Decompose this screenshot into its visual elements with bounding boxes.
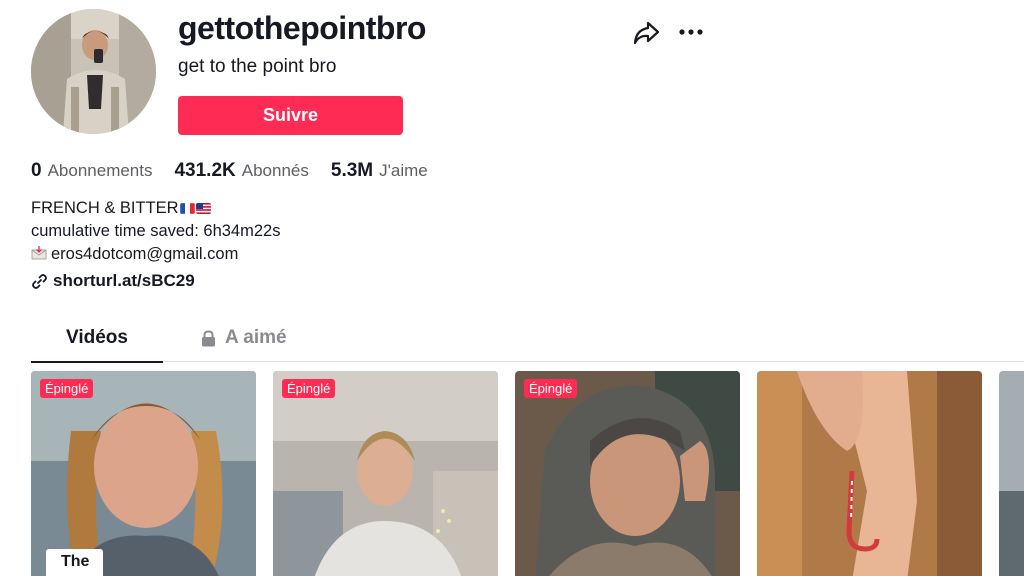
profile-avatar[interactable] [31,9,156,134]
bio-line-1: FRENCH & BITTER [31,197,280,220]
usa-flag-icon [195,203,211,215]
tab-liked[interactable]: A aimé [201,327,287,349]
video-thumbnail-1 [31,371,256,576]
pinned-badge: Épinglé [40,379,94,398]
stat-likes-count: 5.3M [330,160,374,181]
tab-videos[interactable]: Vidéos [66,327,128,349]
video-card-3[interactable]: Épinglé [515,371,740,576]
profile-bio: FRENCH & BITTER cumulative time saved: 6… [31,197,280,266]
profile-link[interactable]: shorturl.at/sBC29 [31,271,195,291]
pinned-badge: Épinglé [282,379,336,398]
stat-likes-label: J'aime [379,161,428,180]
share-icon[interactable] [632,20,660,46]
profile-tabs: Vidéos A aimé [31,320,1024,363]
video-thumbnail-2 [273,371,498,576]
profile-nickname: get to the point bro [178,56,337,77]
stat-followers-count: 431.2K [174,160,236,181]
stat-followers[interactable]: 431.2K Abonnés [174,160,308,182]
bio-line-3: eros4dotcom@gmail.com [31,243,280,266]
video-card-2[interactable]: Épinglé [273,371,498,576]
video-thumbnail-3 [515,371,740,576]
stat-following[interactable]: 0 Abonnements [31,160,152,182]
bio-line-2: cumulative time saved: 6h34m22s [31,222,281,240]
more-options-icon[interactable] [678,28,704,36]
stat-following-label: Abonnements [47,161,153,180]
video-card-5[interactable] [999,371,1024,576]
stat-followers-label: Abonnés [241,161,309,180]
profile-link-text: shorturl.at/sBC29 [53,271,195,290]
active-tab-indicator [31,361,163,363]
stat-likes: 5.3M J'aime [331,160,428,182]
envelope-icon [31,246,47,260]
tab-liked-label: A aimé [225,327,287,348]
flags [179,203,211,215]
follow-button[interactable]: Suivre [178,96,403,135]
bio-line-1-text: FRENCH & BITTER [31,199,179,217]
profile-username: gettothepointbro [178,10,426,46]
link-icon [32,273,47,289]
video-card-1[interactable]: Épinglé The [31,371,256,576]
bio-email: eros4dotcom@gmail.com [51,245,239,263]
profile-stats: 0 Abonnements 431.2K Abonnés 5.3M J'aime [31,160,450,182]
france-flag-icon [179,203,195,215]
video-thumbnail-5 [999,371,1024,576]
lock-icon [202,329,215,346]
video-caption: The [46,549,104,576]
video-card-4[interactable] [757,371,982,576]
pinned-badge: Épinglé [524,379,578,398]
stat-following-count: 0 [31,160,42,181]
video-thumbnail-4 [757,371,982,576]
